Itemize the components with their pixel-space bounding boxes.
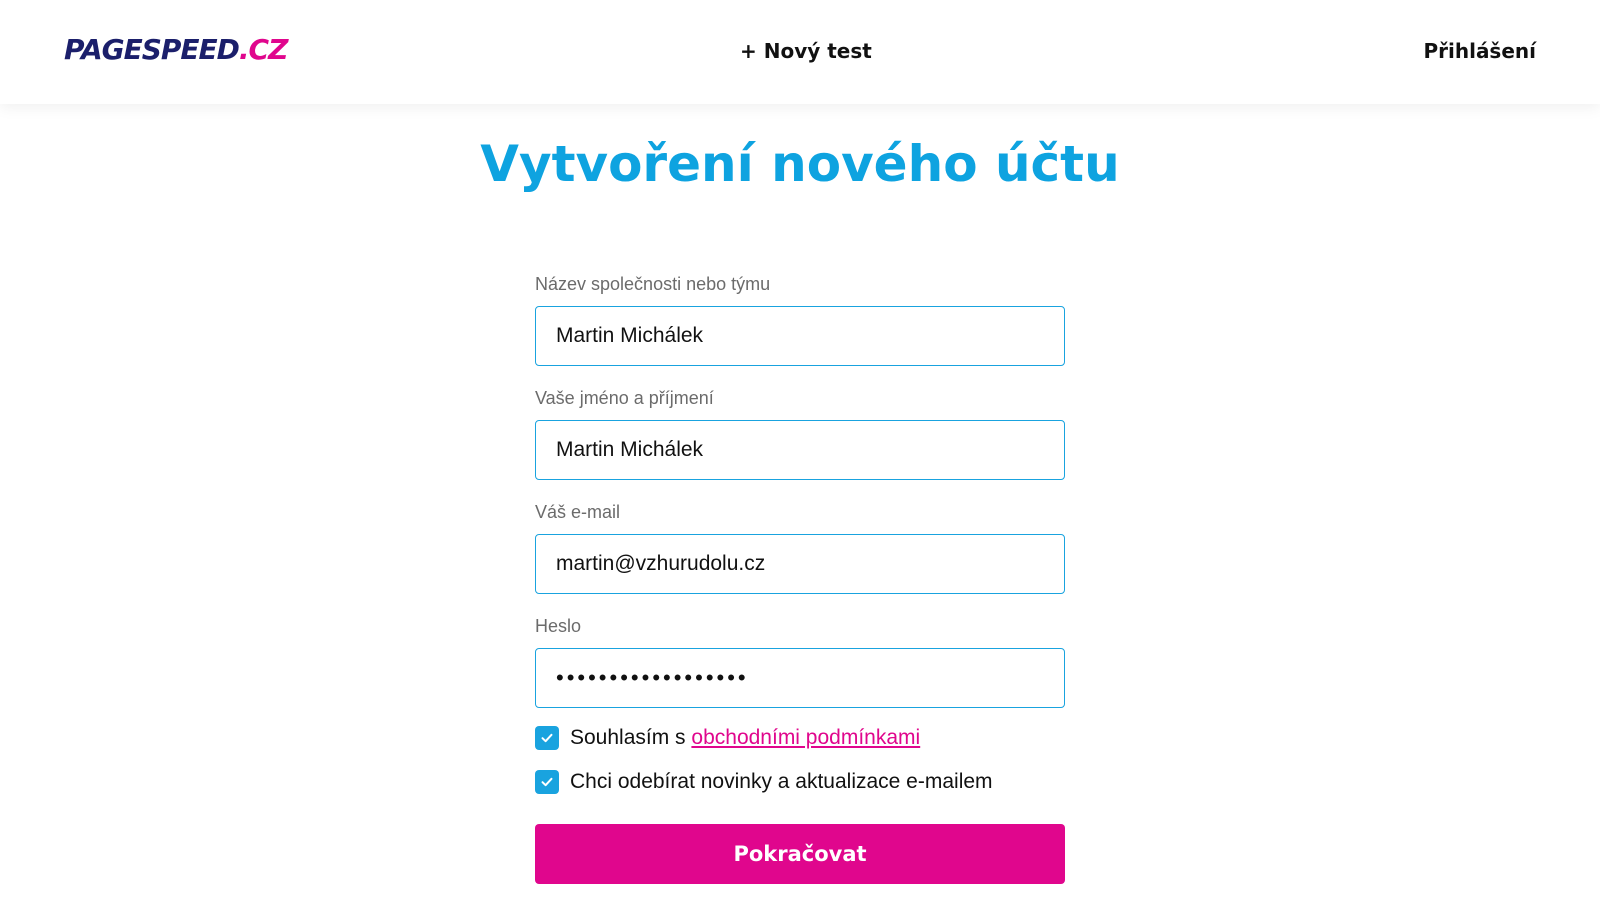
fullname-field: Vaše jméno a příjmení bbox=[535, 386, 1065, 480]
terms-label: Souhlasím s obchodními podmínkami bbox=[570, 726, 920, 750]
terms-checkbox[interactable] bbox=[535, 726, 559, 750]
new-test-link[interactable]: + Nový test bbox=[740, 36, 872, 66]
password-field: Heslo bbox=[535, 614, 1065, 708]
site-header: PAGESPEED.CZ + Nový test Přihlášení bbox=[0, 0, 1600, 104]
fullname-input[interactable] bbox=[535, 420, 1065, 480]
fullname-label: Vaše jméno a příjmení bbox=[535, 388, 714, 408]
password-input[interactable] bbox=[535, 648, 1065, 708]
logo-tld-text: .CZ bbox=[238, 33, 288, 66]
email-field: Váš e-mail bbox=[535, 500, 1065, 594]
continue-button[interactable]: Pokračovat bbox=[535, 824, 1065, 884]
newsletter-checkbox[interactable] bbox=[535, 770, 559, 794]
company-input[interactable] bbox=[535, 306, 1065, 366]
email-input[interactable] bbox=[535, 534, 1065, 594]
newsletter-row: Chci odebírat novinky a aktualizace e-ma… bbox=[535, 770, 1065, 794]
newsletter-label: Chci odebírat novinky a aktualizace e-ma… bbox=[570, 770, 993, 793]
password-label: Heslo bbox=[535, 616, 582, 636]
pagespeed-logo[interactable]: PAGESPEED.CZ bbox=[64, 32, 288, 68]
terms-link[interactable]: obchodními podmínkami bbox=[691, 726, 920, 749]
check-icon bbox=[541, 777, 553, 787]
login-link[interactable]: Přihlášení bbox=[1423, 36, 1536, 66]
logo-main-text: PAGESPEED bbox=[64, 33, 240, 66]
signup-form: Název společnosti nebo týmu Vaše jméno a… bbox=[535, 272, 1065, 794]
check-icon bbox=[541, 733, 553, 743]
page-title: Vytvoření nového účtu bbox=[480, 135, 1120, 193]
terms-prefix: Souhlasím s bbox=[570, 726, 686, 749]
terms-row: Souhlasím s obchodními podmínkami bbox=[535, 726, 1065, 750]
company-field: Název společnosti nebo týmu bbox=[535, 272, 1065, 366]
email-label: Váš e-mail bbox=[535, 502, 621, 522]
company-label: Název společnosti nebo týmu bbox=[535, 274, 771, 294]
